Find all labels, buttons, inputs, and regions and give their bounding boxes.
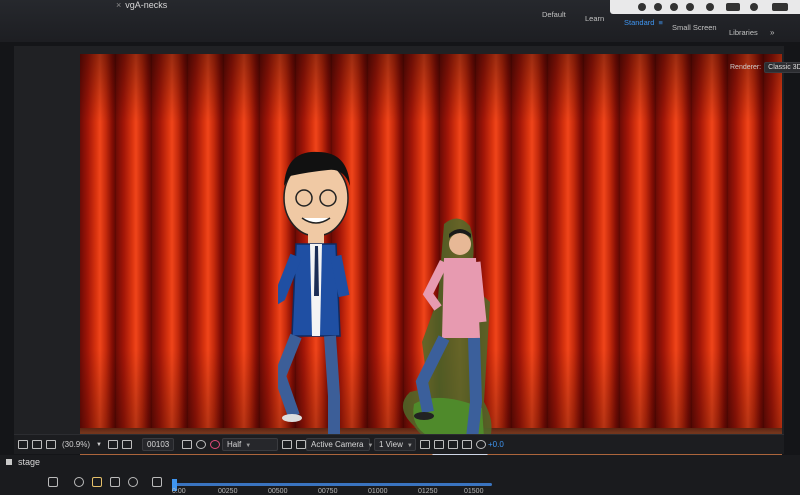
time-ruler[interactable]: 0:00 00250 00500 00750 01000 01250 01500: [172, 476, 502, 495]
status-icon[interactable]: [686, 3, 694, 11]
solo-icon[interactable]: [74, 477, 84, 487]
magnification-select[interactable]: (30.9%): [62, 439, 90, 451]
exposure-value[interactable]: +0.0: [488, 439, 504, 451]
toggle-pixel-aspect-icon[interactable]: [420, 440, 430, 449]
renderer-control[interactable]: Renderer: Classic 3D: [730, 62, 800, 73]
workspace-default[interactable]: Default: [542, 10, 566, 19]
resolution-select[interactable]: Half ▼: [222, 438, 278, 451]
color-icon[interactable]: [210, 440, 220, 449]
menu-icon[interactable]: ≡: [658, 18, 662, 27]
always-preview-icon[interactable]: [18, 440, 28, 449]
workspace-standard[interactable]: Standard ≡: [624, 18, 663, 27]
transparency-grid-icon[interactable]: [296, 440, 306, 449]
top-bar: × vgA-necks Default Learn Standard ≡ Small…: [0, 0, 800, 42]
dropbox-icon[interactable]: [654, 3, 662, 11]
camera-icon[interactable]: [182, 440, 192, 449]
timeline-icon[interactable]: [448, 440, 458, 449]
zoom-chevron-icon[interactable]: ▼: [96, 439, 102, 451]
shy-layers-icon[interactable]: [92, 477, 102, 487]
motion-blur-icon[interactable]: [128, 477, 138, 487]
work-area-bar[interactable]: [172, 483, 492, 486]
reset-exposure-icon[interactable]: [476, 440, 486, 449]
timeline-tab-stage[interactable]: stage: [6, 457, 40, 467]
renderer-value[interactable]: Classic 3D: [764, 62, 800, 73]
graph-editor-icon[interactable]: [152, 477, 162, 487]
camera-select[interactable]: Active Camera ▼: [306, 438, 374, 451]
monitor-icon[interactable]: [32, 440, 42, 449]
chevron-down-icon: ▼: [367, 443, 374, 449]
workspace-learn[interactable]: Learn: [585, 14, 604, 23]
chevron-down-icon: ▼: [245, 443, 252, 449]
system-menu-bar: [610, 0, 800, 14]
masked-person-layer[interactable]: [398, 212, 508, 467]
wifi-icon[interactable]: [750, 3, 758, 11]
flowchart-icon[interactable]: [462, 440, 472, 449]
color-channel-icon[interactable]: [196, 440, 206, 449]
ruler-tick: 01250: [418, 488, 438, 495]
battery-icon[interactable]: [772, 3, 788, 11]
ruler-tick: 01500: [464, 488, 484, 495]
ruler-tick: 01000: [368, 488, 388, 495]
region-of-interest-icon[interactable]: [282, 440, 292, 449]
workspace-small-screen[interactable]: Small Screen: [672, 23, 717, 32]
view-layout-select[interactable]: 1 View ▼: [374, 438, 416, 451]
stage-canvas[interactable]: [80, 54, 782, 495]
grid-icon[interactable]: [108, 440, 118, 449]
mask-icon[interactable]: [122, 440, 132, 449]
ruler-tick: 00250: [218, 488, 238, 495]
chevron-down-icon: ▼: [406, 443, 413, 449]
close-tab-icon[interactable]: ×: [116, 0, 121, 10]
current-time-field[interactable]: 00103: [142, 438, 175, 451]
fast-preview-icon[interactable]: [434, 440, 444, 449]
snapshot-icon[interactable]: [46, 440, 56, 449]
workspace-libraries[interactable]: Libraries: [729, 28, 758, 37]
ruler-tick: 00500: [268, 488, 288, 495]
ruler-tick: 00750: [318, 488, 338, 495]
ruler-tick: 0:00: [172, 488, 186, 495]
timeline-panel: stage 0:00 00250 00500 00750 01000 01250…: [0, 455, 800, 495]
tab-square-icon: [6, 459, 12, 465]
cc-icon[interactable]: [638, 3, 646, 11]
cartoon-character[interactable]: [278, 146, 388, 456]
frame-blending-icon[interactable]: [110, 477, 120, 487]
sync-icon[interactable]: [670, 3, 678, 11]
more-workspaces-icon[interactable]: »: [770, 28, 774, 37]
composition-tab[interactable]: × vgA-necks: [116, 0, 167, 10]
app-icon[interactable]: [706, 3, 714, 11]
cloud-icon[interactable]: [726, 3, 740, 11]
composition-viewer[interactable]: Renderer: Classic 3D: [14, 46, 800, 495]
viewer-toolbar: (30.9%) ▼ 00103 Half ▼ Active Camera ▼ 1 V…: [14, 434, 784, 454]
composition-flow-icon[interactable]: [48, 477, 58, 487]
